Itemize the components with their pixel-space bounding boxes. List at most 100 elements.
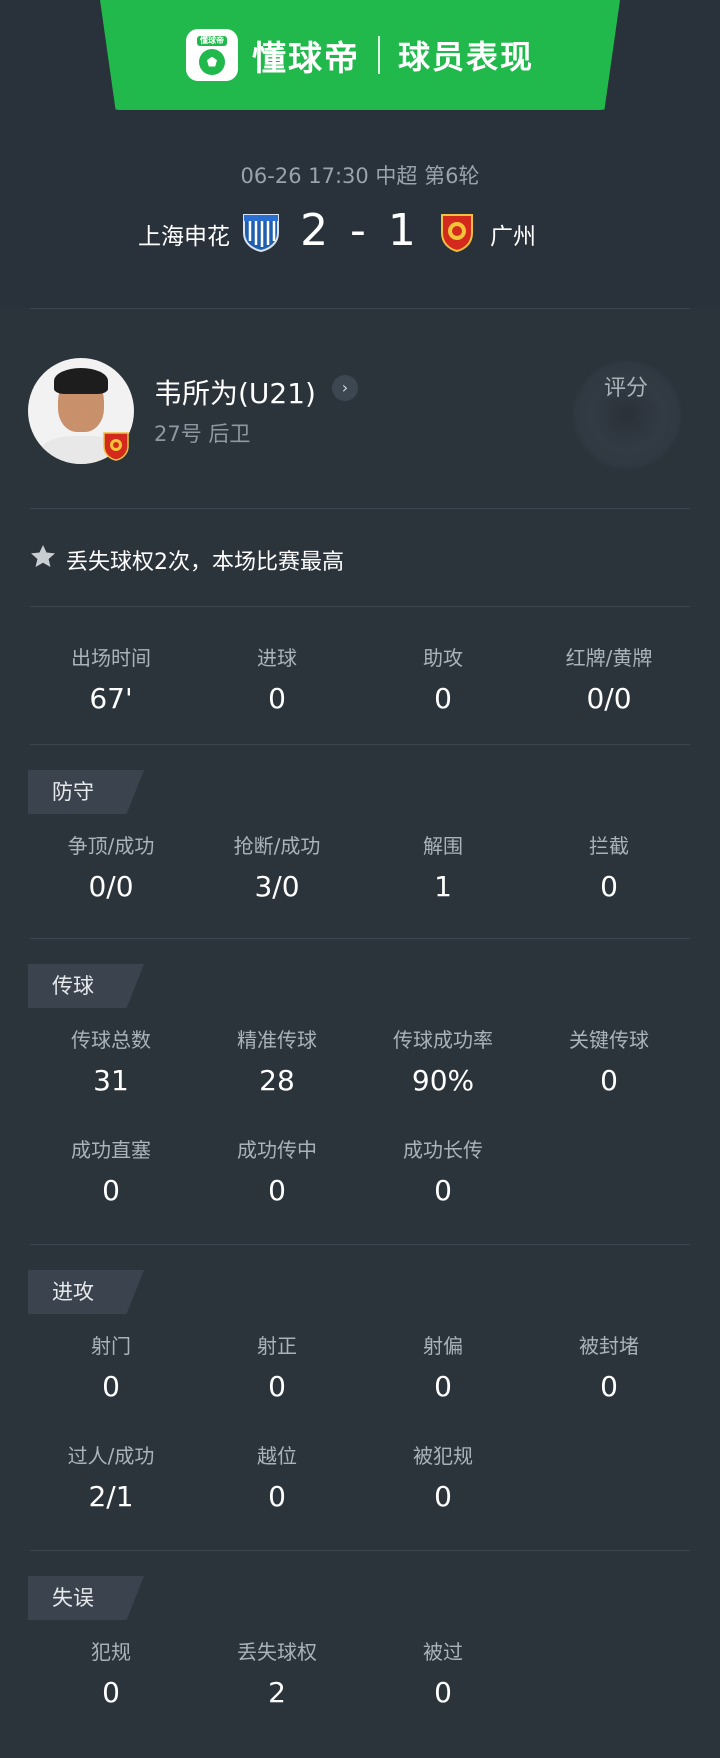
stat-label: 传球成功率 [393,1028,493,1052]
divider [30,508,690,509]
stat-value: 0 [268,1174,286,1207]
stat-value: 0 [102,1676,120,1709]
section-defense-tag: 防守 [28,770,144,814]
section-errors-tag: 失误 [28,1576,144,1620]
stat-minutes: 出场时间 67' [28,644,194,716]
stat-item: 成功传中 0 [194,1136,360,1208]
stat-value: 0/0 [88,870,134,903]
divider [30,606,690,607]
stat-item: 拦截 0 [526,832,692,904]
player-number-position: 27号 后卫 [154,422,251,446]
stat-item: 争顶/成功 0/0 [28,832,194,904]
stat-label: 助攻 [423,646,463,670]
stat-value: 3/0 [254,870,300,903]
stat-item: 被封堵 0 [526,1332,692,1404]
stat-label: 被封堵 [579,1334,639,1358]
stat-item: 关键传球 0 [526,1026,692,1098]
match-score: 2 - 1 [300,205,420,256]
brand-name: 懂球帝 [251,38,360,79]
stat-item: 传球总数 31 [28,1026,194,1098]
stat-label: 成功长传 [403,1138,483,1162]
stat-label: 抢断/成功 [233,834,321,858]
stat-label: 出场时间 [71,646,151,670]
highlight-text: 丢失球权2次，本场比赛最高 [66,550,344,575]
home-team-name[interactable]: 上海申花 [138,217,230,251]
stat-item: 犯规 0 [28,1638,194,1710]
section-attack-tag: 进攻 [28,1270,144,1314]
divider [30,938,690,939]
stat-value: 0 [102,1370,120,1403]
stat-item: 解围 1 [360,832,526,904]
stat-assists: 助攻 0 [360,644,526,716]
page-title: 球员表现 [397,38,534,76]
stat-label: 射正 [257,1334,297,1358]
score-row: 上海申花 2 - 1 广州 [0,205,720,261]
dongqiudi-logo-icon: 懂球帝 [185,29,238,81]
team-badge-icon [103,432,129,461]
star-icon [31,545,55,567]
stat-item: 传球成功率 90% [360,1026,526,1098]
stat-value: 0/0 [586,682,632,715]
stat-label: 红牌/黄牌 [565,646,653,670]
stat-value: 0 [434,1480,452,1513]
stat-label: 射偏 [423,1334,463,1358]
logo-text: 懂球帝 [196,35,227,46]
stat-item: 越位 0 [194,1442,360,1514]
stat-item: 丢失球权 2 [194,1638,360,1710]
stat-value: 31 [93,1064,129,1097]
stat-label: 被犯规 [413,1444,473,1468]
stat-item: 射偏 0 [360,1332,526,1404]
stat-label: 被过 [423,1640,463,1664]
stat-item: 被犯规 0 [360,1442,526,1514]
header-divider [377,36,380,74]
stat-item: 成功直塞 0 [28,1136,194,1208]
stat-label: 射门 [91,1334,131,1358]
divider [30,1550,690,1551]
stat-value: 0 [600,870,618,903]
stat-label: 犯规 [91,1640,131,1664]
stat-value: 0 [268,682,286,715]
rating-label: 评分 [604,376,649,401]
stat-label: 关键传球 [569,1028,649,1052]
stat-value: 0 [434,682,452,715]
header-banner: 懂球帝 懂球帝 球员表现 [100,0,620,110]
stat-label: 成功传中 [237,1138,317,1162]
stat-label: 拦截 [589,834,629,858]
stat-label: 丢失球权 [237,1640,317,1664]
stat-value: 0 [434,1676,452,1709]
stat-label: 成功直塞 [71,1138,151,1162]
stat-value: 0 [102,1174,120,1207]
stat-label: 解围 [423,834,463,858]
stat-label: 过人/成功 [67,1444,155,1468]
match-meta: 06-26 17:30 中超 第6轮 [240,164,480,188]
stat-item: 射门 0 [28,1332,194,1404]
stat-item: 精准传球 28 [194,1026,360,1098]
stat-value: 2 [268,1676,286,1709]
stat-label: 精准传球 [237,1028,317,1052]
stat-value: 0 [434,1370,452,1403]
stat-item: 抢断/成功 3/0 [194,832,360,904]
stat-item: 射正 0 [194,1332,360,1404]
stat-label: 越位 [257,1444,297,1468]
away-team-name[interactable]: 广州 [490,217,536,251]
stat-item: 被过 0 [360,1638,526,1710]
stat-value: 0 [600,1370,618,1403]
stat-value: 0 [268,1370,286,1403]
guangzhou-crest-icon[interactable] [436,211,478,253]
soccer-ball-icon [198,48,225,75]
stat-value: 2/1 [88,1480,134,1513]
stat-label: 进球 [257,646,297,670]
stat-item: 成功长传 0 [360,1136,526,1208]
section-passing-tag: 传球 [28,964,144,1008]
player-name[interactable]: 韦所为(U21) [154,372,316,412]
stat-cards: 红牌/黄牌 0/0 [526,644,692,716]
stat-item: 过人/成功 2/1 [28,1442,194,1514]
divider [30,1244,690,1245]
stat-value: 28 [259,1064,295,1097]
divider [30,744,690,745]
shanghai-shenhua-crest-icon[interactable] [240,211,282,253]
chevron-right-icon[interactable]: › [332,375,358,401]
stat-value: 90% [411,1064,475,1097]
stat-value: 0 [268,1480,286,1513]
stat-goals: 进球 0 [194,644,360,716]
